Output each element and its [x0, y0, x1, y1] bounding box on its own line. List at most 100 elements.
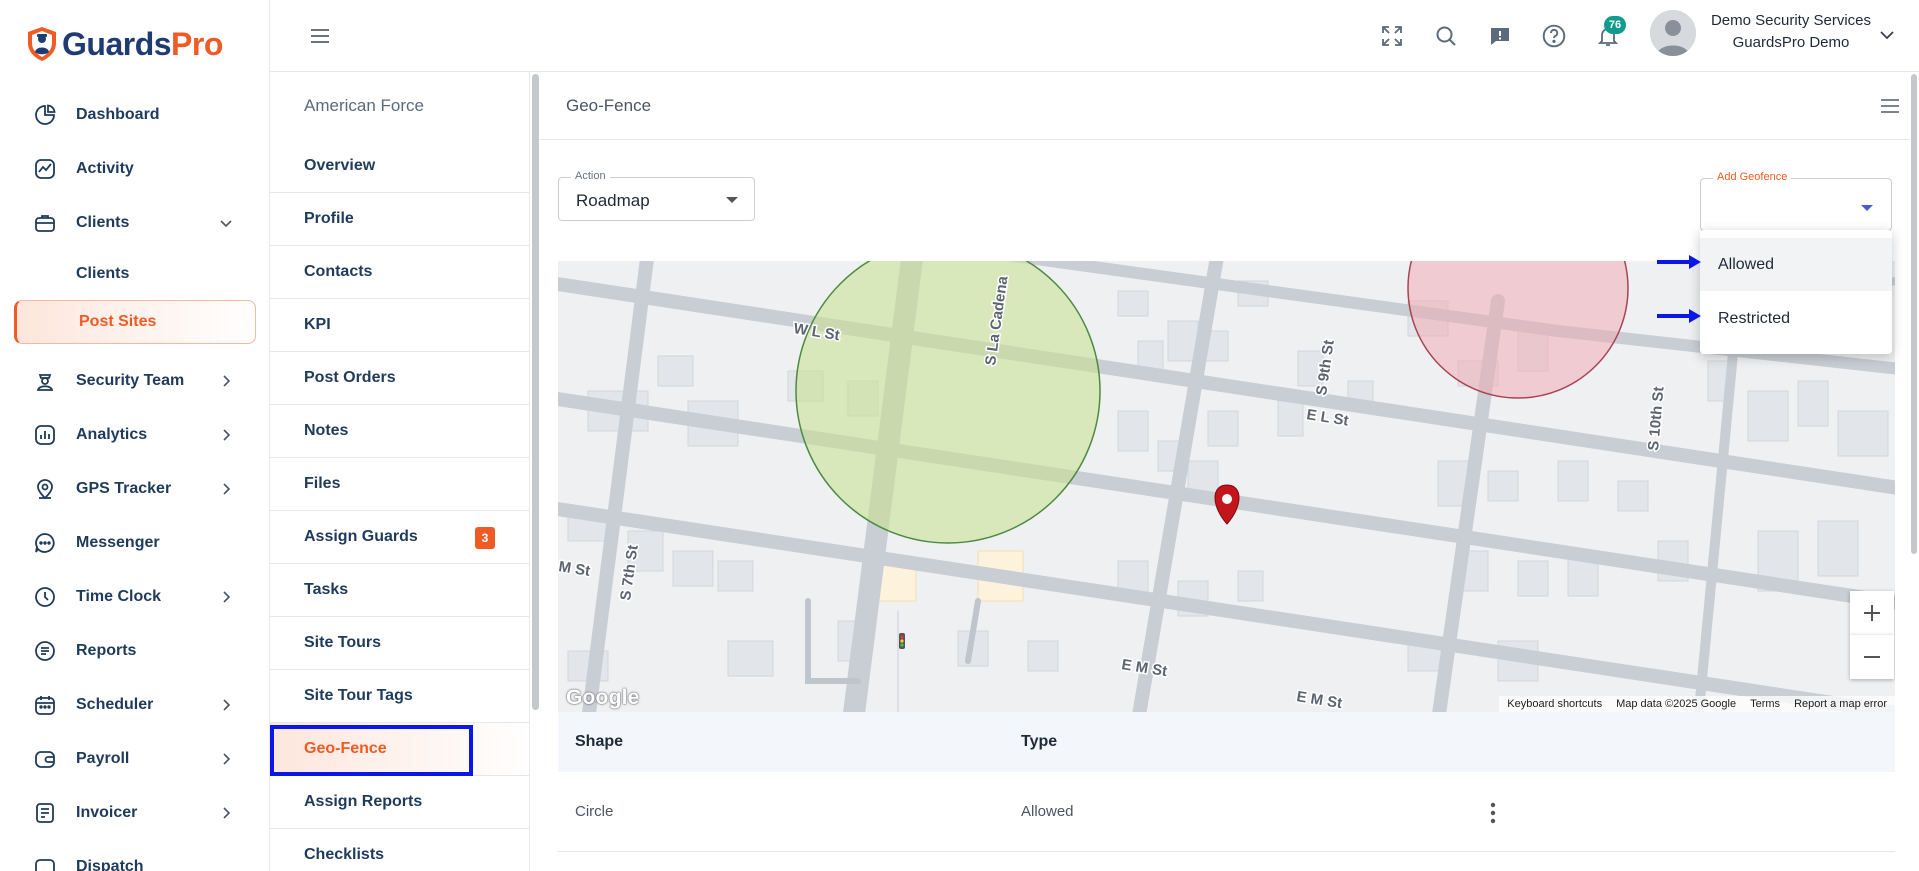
site-menu-contacts[interactable]: Contacts — [270, 246, 529, 299]
geofence-table: Shape Type Circle Allowed — [558, 712, 1895, 852]
option-restricted[interactable]: Restricted — [1700, 292, 1892, 345]
site-menu-assign-reports[interactable]: Assign Reports — [270, 776, 529, 829]
site-menu-label: Assign Guards — [304, 528, 418, 545]
nav-activity[interactable]: Activity — [0, 142, 269, 196]
nav-sub-post-sites[interactable]: Post Sites — [14, 300, 256, 344]
terms-link[interactable]: Terms — [1750, 698, 1780, 710]
chevron-down-icon — [220, 220, 232, 228]
nav-label: Messenger — [76, 534, 160, 551]
activity-icon — [32, 156, 58, 182]
site-menu-label: Checklists — [304, 846, 385, 863]
site-menu-profile[interactable]: Profile — [270, 193, 529, 246]
nav-dispatch[interactable]: Dispatch — [0, 840, 269, 871]
site-menu-label: Overview — [304, 157, 376, 174]
map-footer: Keyboard shortcuts Map data ©2025 Google… — [1499, 696, 1895, 712]
table-header: Shape Type — [558, 712, 1895, 772]
page-scrollbar[interactable] — [1911, 74, 1917, 554]
nav-reports[interactable]: Reports — [0, 624, 269, 678]
column-header-shape[interactable]: Shape — [558, 733, 1004, 751]
chevron-right-icon — [223, 807, 231, 819]
nav-label: GPS Tracker — [76, 480, 172, 497]
avatar[interactable] — [1650, 10, 1696, 56]
google-logo: Google — [566, 686, 640, 709]
site-menu-overview[interactable]: Overview — [270, 140, 529, 193]
chevron-right-icon — [223, 591, 231, 603]
site-menu-site-tour-tags[interactable]: Site Tour Tags — [270, 670, 529, 723]
nav-gps-tracker[interactable]: GPS Tracker — [0, 462, 269, 516]
zoom-out-button[interactable] — [1850, 635, 1894, 679]
reports-icon — [32, 638, 58, 664]
nav-security-team[interactable]: Security Team — [0, 354, 269, 408]
site-menu-label: Post Orders — [304, 369, 396, 386]
hamburger-menu-icon[interactable] — [308, 24, 332, 48]
site-menu-kpi[interactable]: KPI — [270, 299, 529, 352]
site-menu-label: Profile — [304, 210, 354, 227]
feedback-icon[interactable] — [1486, 22, 1514, 50]
chevron-down-icon[interactable] — [1878, 26, 1896, 44]
user-org[interactable]: GuardsPro Demo — [1706, 34, 1876, 51]
chevron-right-icon — [223, 429, 231, 441]
nav-sub-clients[interactable]: Clients — [0, 250, 269, 298]
nav-scheduler[interactable]: Scheduler — [0, 678, 269, 732]
fullscreen-icon[interactable] — [1378, 22, 1406, 50]
help-icon[interactable] — [1540, 22, 1568, 50]
site-menu-label: Tasks — [304, 581, 349, 598]
nav-analytics[interactable]: Analytics — [0, 408, 269, 462]
site-menu-label: Notes — [304, 422, 349, 439]
site-menu-label: Files — [304, 475, 341, 492]
keyboard-shortcuts-link[interactable]: Keyboard shortcuts — [1507, 698, 1602, 710]
nav-time-clock[interactable]: Time Clock — [0, 570, 269, 624]
nav-label: Payroll — [76, 750, 130, 767]
site-menu-post-orders[interactable]: Post Orders — [270, 352, 529, 405]
search-icon[interactable] — [1432, 22, 1460, 50]
site-menu-site-tours[interactable]: Site Tours — [270, 617, 529, 670]
site-menu-assign-guards[interactable]: Assign Guards 3 — [270, 511, 529, 564]
site-menu-tasks[interactable]: Tasks — [270, 564, 529, 617]
nav-label: Invoicer — [76, 804, 138, 821]
nav-messenger[interactable]: Messenger — [0, 516, 269, 570]
site-menu-checklists[interactable]: Checklists — [270, 829, 529, 871]
cell-type: Allowed — [1021, 803, 1074, 820]
guard-icon — [32, 368, 58, 394]
logo-text: GuardsPro — [62, 26, 223, 63]
site-menu-files[interactable]: Files — [270, 458, 529, 511]
nav-invoicer[interactable]: Invoicer — [0, 786, 269, 840]
site-menu-geo-fence[interactable]: Geo-Fence — [270, 723, 529, 776]
nav-dashboard[interactable]: Dashboard — [0, 88, 269, 142]
action-select[interactable]: Action Roadmap — [558, 170, 755, 221]
action-value: Roadmap — [576, 191, 650, 210]
site-menu: American Force Overview Profile Contacts… — [270, 72, 530, 871]
zoom-in-button[interactable] — [1850, 591, 1894, 635]
dashboard-icon — [32, 102, 58, 128]
chevron-right-icon — [223, 483, 231, 495]
top-bar: 76 Demo Security Services GuardsPro Demo — [270, 0, 1919, 72]
user-name[interactable]: Demo Security Services — [1706, 12, 1876, 29]
add-geofence-label: Add Geofence — [1713, 171, 1792, 183]
nav-label: Analytics — [76, 426, 148, 443]
site-menu-scrollbar[interactable] — [532, 74, 539, 710]
chevron-right-icon — [223, 699, 231, 711]
chat-icon — [32, 530, 58, 556]
guardspro-shield-icon — [28, 27, 56, 61]
report-map-error-link[interactable]: Report a map error — [1794, 698, 1887, 710]
option-allowed[interactable]: Allowed — [1700, 238, 1892, 291]
site-menu-label: Contacts — [304, 263, 373, 280]
nav-label: Activity — [76, 160, 134, 177]
table-row[interactable]: Circle Allowed — [558, 772, 1895, 852]
briefcase-icon — [32, 210, 58, 236]
column-header-type[interactable]: Type — [1004, 733, 1484, 751]
more-options-icon[interactable] — [1490, 802, 1496, 824]
clock-icon — [32, 584, 58, 610]
notification-badge: 76 — [1604, 16, 1626, 34]
add-geofence-select[interactable]: Add Geofence — [1700, 171, 1892, 231]
site-menu-notes[interactable]: Notes — [270, 405, 529, 458]
map-data-attribution: Map data ©2025 Google — [1616, 698, 1737, 710]
site-menu-label: Site Tour Tags — [304, 687, 413, 704]
caret-down-icon — [1861, 205, 1873, 211]
nav-clients[interactable]: Clients — [0, 196, 269, 250]
geofence-type-dropdown: Allowed Restricted — [1700, 230, 1892, 354]
focus-highlight — [270, 725, 473, 776]
logo[interactable]: GuardsPro — [26, 26, 223, 62]
nav-payroll[interactable]: Payroll — [0, 732, 269, 786]
panel-menu-icon[interactable] — [1878, 94, 1902, 118]
